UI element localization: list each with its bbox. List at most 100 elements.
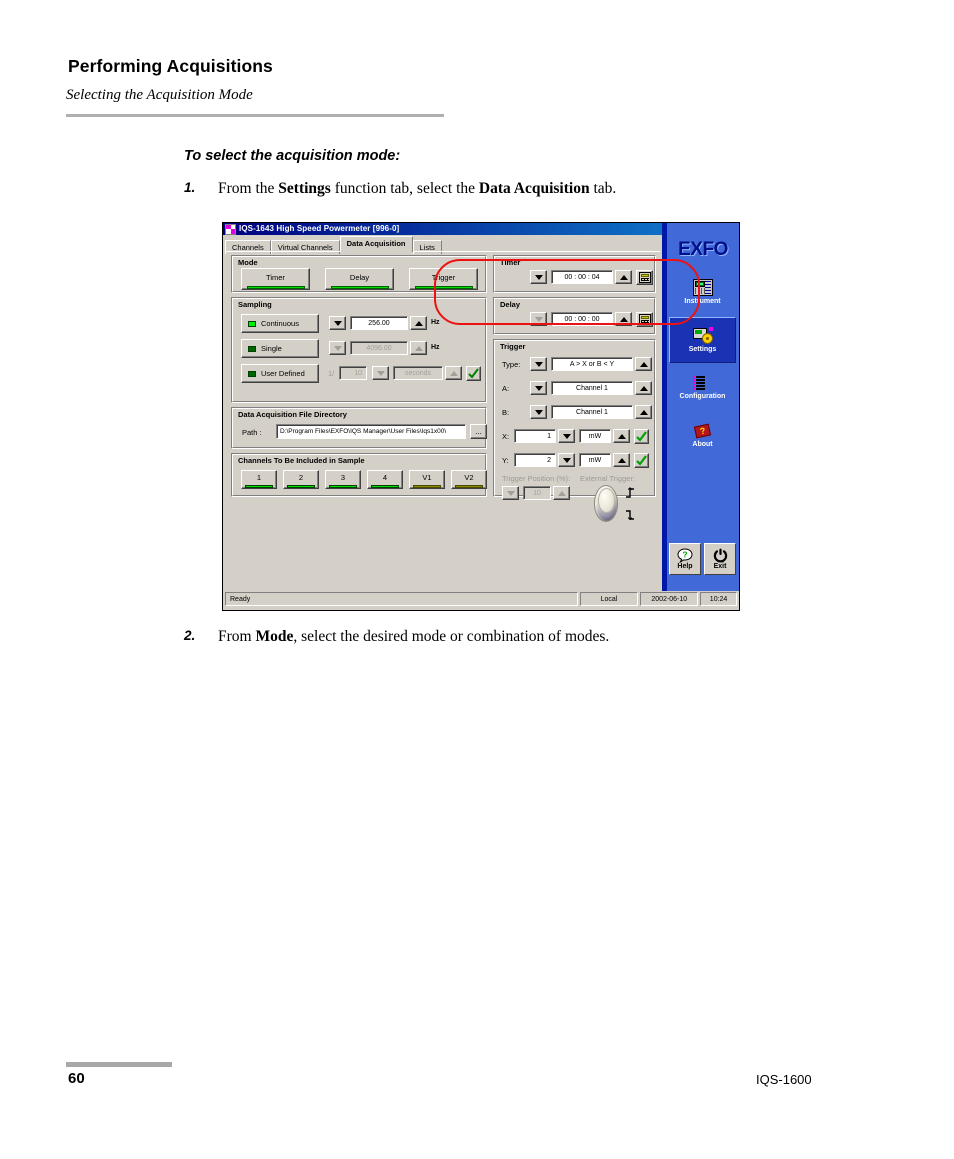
trigger-x-label: X: [502,432,510,441]
delay-group-label: Delay [500,300,521,309]
chevron-up-icon [639,409,648,415]
falling-edge-icon[interactable] [625,508,638,521]
channel-v1-indicator [413,485,441,488]
settings-gear-icon [692,327,713,344]
trigger-y-unit-field[interactable]: mW [579,453,611,467]
sidebar-settings-label: Settings [688,346,717,353]
trigger-x-unit-dropdown[interactable] [558,429,575,443]
rising-edge-icon[interactable] [625,486,638,498]
trigger-x-apply-button[interactable] [634,429,649,444]
sidebar-item-about[interactable]: ? About [669,413,736,459]
chevron-down-icon [534,316,543,322]
delay-decrement-button[interactable] [530,312,547,326]
page-number: 60 [68,1070,85,1087]
trigger-y-value-field[interactable]: 2 [514,453,556,467]
trigger-y-apply-button[interactable] [634,453,649,468]
step-1: 1. From the Settings function tab, selec… [184,180,824,202]
trigger-x-up-button[interactable] [613,429,630,443]
channel-button-v1[interactable]: V1 [409,470,445,489]
file-directory-group: Data Acquisition File Directory Path : D… [231,407,487,449]
trigger-type-dropdown-button[interactable] [530,357,547,371]
status-time: 10:24 [700,592,738,606]
trigger-position-increment-button[interactable] [553,486,570,500]
delay-value-field[interactable]: 00 : 00 : 00 [551,312,613,326]
mode-button-trigger[interactable]: Trigger [409,268,478,290]
timer-keypad-button[interactable] [636,270,653,285]
mode-timer-label: Timer [266,273,285,282]
sampling-button-single[interactable]: Single [241,339,319,358]
trigger-y-unit-dropdown[interactable] [558,453,575,467]
single-label: Single [261,344,282,353]
sidebar-item-configuration[interactable]: Configuration [669,365,736,411]
channel-button-4[interactable]: 4 [367,470,403,489]
continuous-increment-button[interactable] [410,316,427,330]
sampling-button-continuous[interactable]: Continuous [241,314,319,333]
external-trigger-toggle[interactable] [594,485,618,522]
channel-button-3[interactable]: 3 [325,470,361,489]
checkmark-icon [468,368,479,379]
delay-increment-button[interactable] [615,312,632,326]
channel-button-v2[interactable]: V2 [451,470,487,489]
trigger-position-decrement-button[interactable] [502,486,519,500]
exit-label: Exit [713,563,727,570]
single-decrement-button[interactable] [329,341,346,355]
path-input[interactable]: D:\Program Files\EXFO\IQS Manager\User F… [276,424,466,439]
exit-button[interactable]: Exit [704,543,736,575]
trigger-b-dropdown-button[interactable] [530,405,547,419]
status-date: 2002-06-10 [640,592,699,606]
sidebar-about-label: About [692,441,713,448]
continuous-unit: Hz [431,319,440,326]
chevron-up-icon [639,385,648,391]
user-defined-apply-button[interactable] [466,366,481,381]
delay-keypad-button[interactable] [636,312,653,327]
timer-increment-button[interactable] [615,270,632,284]
chevron-down-icon [333,345,342,351]
single-value-field[interactable]: 4096.00 [350,341,408,355]
trigger-y-up-button[interactable] [613,453,630,467]
mode-button-timer[interactable]: Timer [241,268,310,290]
chevron-down-icon [534,274,543,280]
window-title: IQS-1643 High Speed Powermeter [996-0] [239,224,400,233]
trigger-b-field[interactable]: Channel 1 [551,405,633,419]
status-message: Ready [225,592,578,606]
trigger-type-field[interactable]: A > X or B < Y [551,357,633,371]
channel-button-2[interactable]: 2 [283,470,319,489]
chevron-down-icon [534,361,543,367]
trigger-a-field[interactable]: Channel 1 [551,381,633,395]
chevron-up-icon [414,320,423,326]
mode-delay-indicator [330,286,389,289]
timer-value-field[interactable]: 00 : 00 : 04 [551,270,613,284]
chevron-up-icon [449,370,458,376]
user-defined-unit-dropdown[interactable] [372,366,389,380]
user-defined-increment-button[interactable] [445,366,462,380]
mode-button-delay[interactable]: Delay [325,268,394,290]
chevron-down-icon [376,370,385,376]
channel-button-1[interactable]: 1 [241,470,277,489]
trigger-x-value-field[interactable]: 1 [514,429,556,443]
sidebar-item-instrument[interactable]: Instrument [669,269,736,315]
application-screenshot: IQS-1643 High Speed Powermeter [996-0] _… [222,222,740,611]
single-increment-button[interactable] [410,341,427,355]
trigger-type-up-button[interactable] [635,357,652,371]
browse-button[interactable]: ... [470,424,487,439]
sampling-button-user-defined[interactable]: User Defined [241,364,319,383]
trigger-a-up-button[interactable] [635,381,652,395]
help-button[interactable]: ? Help [669,543,701,575]
user-defined-value-field[interactable]: 10 [339,366,367,380]
continuous-decrement-button[interactable] [329,316,346,330]
step-1-number: 1. [184,180,196,195]
trigger-b-up-button[interactable] [635,405,652,419]
user-defined-unit-field[interactable]: seconds [393,366,443,380]
tab-data-acquisition[interactable]: Data Acquisition [339,236,413,252]
mode-trigger-indicator [414,286,473,289]
trigger-position-field[interactable]: 10 [523,486,551,500]
power-icon [713,548,727,563]
trigger-a-dropdown-button[interactable] [530,381,547,395]
chevron-down-icon [534,409,543,415]
continuous-value-field[interactable]: 256.00 [350,316,408,330]
trigger-x-unit-field[interactable]: mW [579,429,611,443]
sidebar-item-settings[interactable]: Settings [669,317,736,363]
delay-group: Delay 00 : 00 : 00 [493,297,656,335]
channel-1-indicator [245,485,273,488]
timer-decrement-button[interactable] [530,270,547,284]
